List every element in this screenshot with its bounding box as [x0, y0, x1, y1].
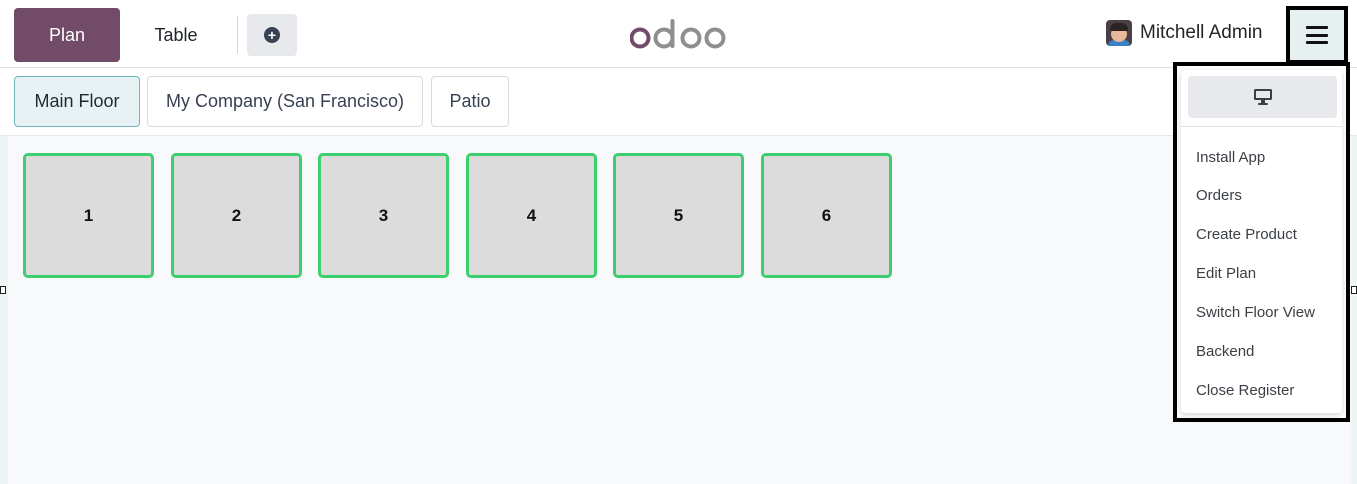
menu-item-edit-plan[interactable]: Edit Plan — [1196, 265, 1256, 282]
resize-handle-left[interactable] — [0, 286, 6, 294]
monitor-icon — [1253, 89, 1272, 105]
table-6[interactable]: 6 — [761, 153, 892, 278]
table-2[interactable]: 2 — [171, 153, 302, 278]
top-navbar: Plan Table + Mitchell Admin — [0, 0, 1357, 68]
customer-display-button[interactable] — [1188, 76, 1337, 118]
main-menu-button[interactable] — [1286, 6, 1348, 64]
floor-tabs-bar: Main Floor My Company (San Francisco) Pa… — [0, 68, 1357, 136]
floor-tab-patio[interactable]: Patio — [431, 76, 509, 127]
floor-tab-my-company[interactable]: My Company (San Francisco) — [147, 76, 423, 127]
odoo-logo — [630, 19, 726, 49]
menu-item-orders[interactable]: Orders — [1196, 187, 1242, 204]
plan-button[interactable]: Plan — [14, 8, 120, 62]
menu-item-switch-floor-view[interactable]: Switch Floor View — [1196, 304, 1315, 321]
dropdown-separator — [1181, 126, 1342, 127]
floor-edge-left — [0, 136, 8, 484]
resize-handle-right[interactable] — [1351, 286, 1357, 294]
table-1[interactable]: 1 — [23, 153, 154, 278]
table-button[interactable]: Table — [126, 8, 226, 62]
avatar — [1106, 20, 1132, 46]
menu-item-create-product[interactable]: Create Product — [1196, 226, 1297, 243]
user-menu[interactable]: Mitchell Admin — [1106, 20, 1263, 46]
hamburger-icon — [1306, 26, 1328, 44]
table-4[interactable]: 4 — [466, 153, 597, 278]
floor-edge-right — [1351, 136, 1357, 484]
menu-item-close-register[interactable]: Close Register — [1196, 382, 1294, 399]
floor-tab-main-floor[interactable]: Main Floor — [14, 76, 140, 127]
main-menu-dropdown: Install App Orders Create Product Edit P… — [1173, 62, 1350, 422]
navbar-divider — [237, 16, 238, 54]
table-5[interactable]: 5 — [613, 153, 744, 278]
menu-item-backend[interactable]: Backend — [1196, 343, 1254, 360]
menu-item-install-app[interactable]: Install App — [1196, 149, 1265, 166]
plus-circle-icon: + — [264, 27, 280, 43]
dropdown-panel: Install App Orders Create Product Edit P… — [1181, 70, 1342, 413]
table-3[interactable]: 3 — [318, 153, 449, 278]
add-table-button[interactable]: + — [247, 14, 297, 56]
user-name: Mitchell Admin — [1140, 22, 1263, 43]
